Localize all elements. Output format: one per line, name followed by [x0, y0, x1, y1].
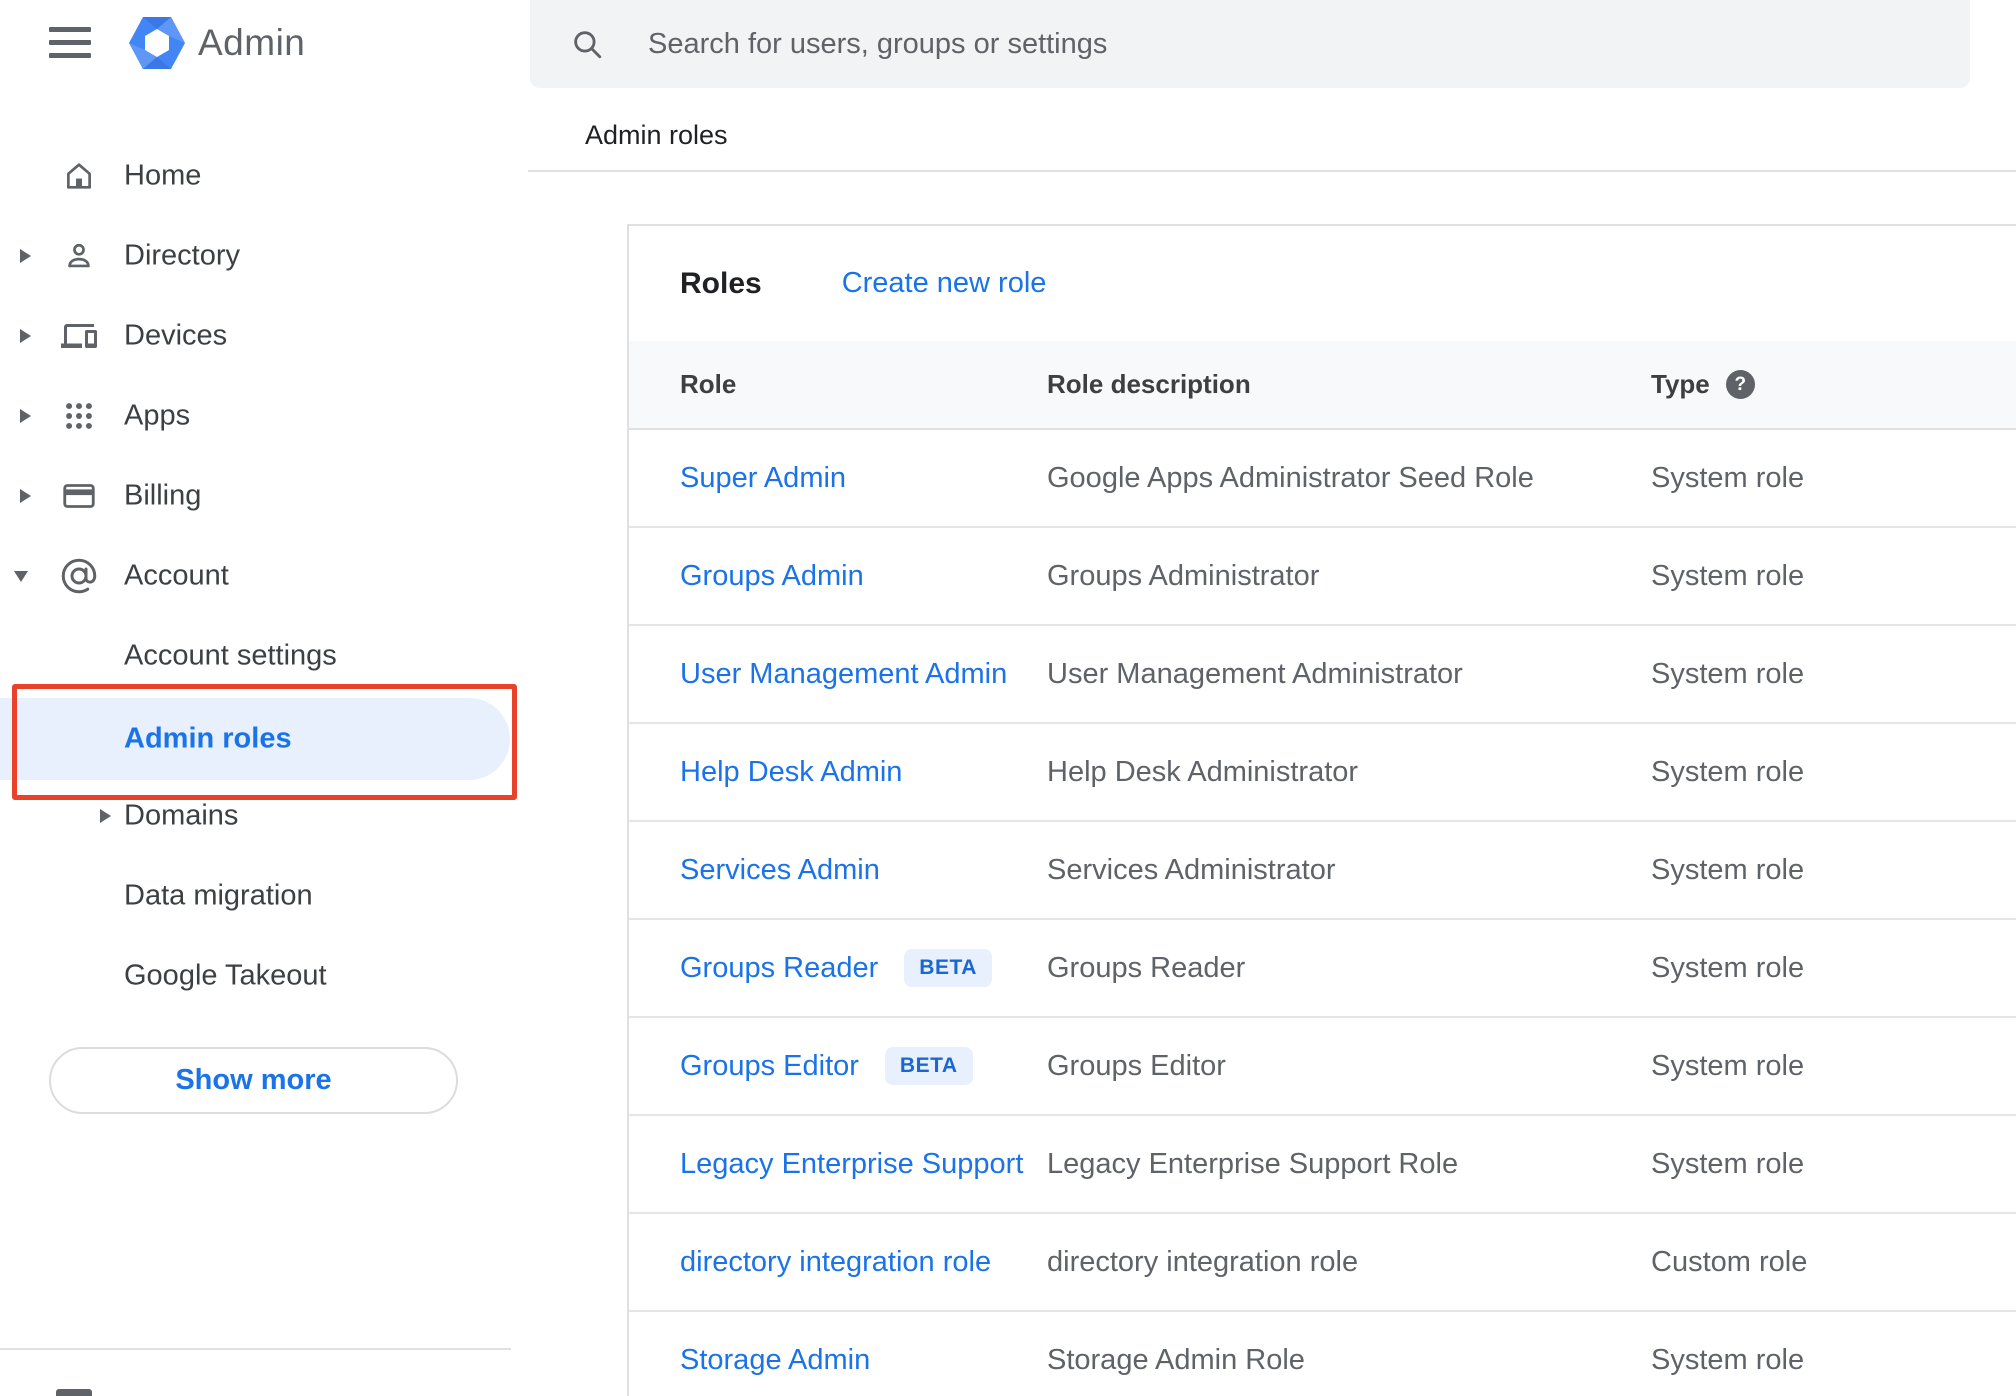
- chevron-down-icon: [14, 571, 28, 582]
- sidebar-item-label: Account settings: [124, 639, 337, 672]
- role-link-help-desk-admin[interactable]: Help Desk Admin: [680, 756, 902, 789]
- role-description: Groups Administrator: [1047, 559, 1320, 592]
- beta-badge: BETA: [904, 949, 992, 987]
- role-link-directory-integration-role[interactable]: directory integration role: [680, 1246, 991, 1279]
- column-header-role: Role: [680, 369, 737, 399]
- help-icon[interactable]: ?: [1725, 370, 1755, 399]
- app-title: Admin: [198, 22, 306, 63]
- sidebar-item-label: Devices: [124, 319, 228, 352]
- google-admin-console: Admin Admin roles Home: [0, 0, 2016, 1396]
- cropped-icon: [56, 1389, 92, 1396]
- sidebar-item-label: Directory: [124, 239, 241, 272]
- devices-icon: [58, 315, 100, 357]
- column-header-type: Type ?: [1651, 369, 2016, 400]
- roles-card-header: Roles Create new role: [629, 226, 2016, 341]
- role-type: System role: [1651, 755, 1805, 788]
- sidebar-item-label: Account: [124, 559, 229, 592]
- sidebar-item-label: Apps: [124, 399, 191, 432]
- sidebar-item-admin-roles[interactable]: Admin roles: [0, 698, 528, 780]
- header-divider: [528, 170, 2016, 172]
- column-header-description: Role description: [1047, 369, 1251, 399]
- role-type: System role: [1651, 461, 1805, 494]
- table-row: directory integration role directory int…: [629, 1214, 2016, 1312]
- role-type: System role: [1651, 1049, 1805, 1082]
- role-link-storage-admin[interactable]: Storage Admin: [680, 1344, 870, 1377]
- sidebar-item-domains[interactable]: Domains: [0, 776, 528, 856]
- chevron-right-icon: [20, 329, 31, 343]
- home-icon: [58, 155, 100, 197]
- role-description: Groups Editor: [1047, 1049, 1226, 1082]
- apps-grid-icon: [58, 395, 100, 437]
- role-type: Custom role: [1651, 1245, 1808, 1278]
- sidebar-item-account-settings[interactable]: Account settings: [0, 616, 528, 696]
- chevron-right-icon: [20, 249, 31, 263]
- show-more-button[interactable]: Show more: [49, 1047, 458, 1114]
- sidebar-item-label: Domains: [124, 799, 239, 832]
- sidebar-item-label: Google Takeout: [124, 959, 327, 992]
- person-icon: [58, 235, 100, 277]
- role-description: Google Apps Administrator Seed Role: [1047, 461, 1534, 494]
- role-description: Legacy Enterprise Support Role: [1047, 1147, 1459, 1180]
- menu-icon[interactable]: [49, 27, 91, 58]
- role-type: System role: [1651, 951, 1805, 984]
- table-row: Help Desk Admin Help Desk Administrator …: [629, 724, 2016, 822]
- beta-badge: BETA: [884, 1047, 973, 1085]
- chevron-right-icon: [20, 489, 31, 503]
- role-link-user-management-admin[interactable]: User Management Admin: [680, 658, 1007, 691]
- role-description: User Management Administrator: [1047, 657, 1463, 690]
- role-description: directory integration role: [1047, 1245, 1359, 1278]
- table-row: Groups Admin Groups Administrator System…: [629, 528, 2016, 626]
- role-type: System role: [1651, 1343, 1805, 1376]
- chevron-right-icon: [100, 809, 111, 823]
- sidebar-divider: [0, 1348, 511, 1350]
- table-row: Groups Editor BETA Groups Editor System …: [629, 1018, 2016, 1116]
- role-type: System role: [1651, 1147, 1805, 1180]
- sidebar-item-billing[interactable]: Billing: [0, 456, 528, 536]
- credit-card-icon: [58, 475, 100, 517]
- role-link-legacy-enterprise-support[interactable]: Legacy Enterprise Support: [680, 1148, 1023, 1181]
- sidebar-item-label: Billing: [124, 479, 202, 512]
- sidebar-item-devices[interactable]: Devices: [0, 296, 528, 376]
- table-row: Super Admin Google Apps Administrator Se…: [629, 430, 2016, 528]
- role-type: System role: [1651, 657, 1805, 690]
- role-link-groups-editor[interactable]: Groups Editor: [680, 1050, 859, 1083]
- admin-logo-icon[interactable]: [128, 14, 186, 72]
- search-bar[interactable]: [530, 0, 1970, 88]
- sidebar-item-label: Home: [124, 159, 202, 192]
- create-new-role-link[interactable]: Create new role: [842, 267, 1047, 300]
- table-row: User Management Admin User Management Ad…: [629, 626, 2016, 724]
- role-link-services-admin[interactable]: Services Admin: [680, 854, 880, 887]
- table-row: Legacy Enterprise Support Legacy Enterpr…: [629, 1116, 2016, 1214]
- sidebar-item-label: Admin roles: [124, 722, 292, 755]
- sidebar-item-google-takeout[interactable]: Google Takeout: [0, 936, 528, 1016]
- card-title: Roles: [680, 266, 762, 300]
- roles-card: Roles Create new role Role Role descript…: [627, 224, 2016, 1396]
- sidebar-item-apps[interactable]: Apps: [0, 376, 528, 456]
- at-sign-icon: [58, 555, 100, 597]
- role-description: Help Desk Administrator: [1047, 755, 1359, 788]
- table-row: Services Admin Services Administrator Sy…: [629, 822, 2016, 920]
- table-row: Storage Admin Storage Admin Role System …: [629, 1312, 2016, 1396]
- chevron-right-icon: [20, 409, 31, 423]
- role-type: System role: [1651, 559, 1805, 592]
- role-description: Storage Admin Role: [1047, 1343, 1305, 1376]
- table-header-row: Role Role description Type ?: [629, 341, 2016, 430]
- sidebar-item-directory[interactable]: Directory: [0, 216, 528, 296]
- search-icon: [574, 31, 602, 59]
- breadcrumb: Admin roles: [585, 120, 728, 150]
- sidebar-item-data-migration[interactable]: Data migration: [0, 856, 528, 936]
- sidebar-item-account[interactable]: Account: [0, 536, 528, 616]
- search-input[interactable]: [648, 27, 1898, 61]
- role-type: System role: [1651, 853, 1805, 886]
- sidebar-item-label: Data migration: [124, 879, 313, 912]
- role-description: Services Administrator: [1047, 853, 1336, 886]
- table-row: Groups Reader BETA Groups Reader System …: [629, 920, 2016, 1018]
- role-description: Groups Reader: [1047, 951, 1246, 984]
- role-link-groups-admin[interactable]: Groups Admin: [680, 560, 864, 593]
- role-link-super-admin[interactable]: Super Admin: [680, 462, 846, 495]
- role-link-groups-reader[interactable]: Groups Reader: [680, 952, 878, 985]
- sidebar-item-home[interactable]: Home: [0, 136, 528, 216]
